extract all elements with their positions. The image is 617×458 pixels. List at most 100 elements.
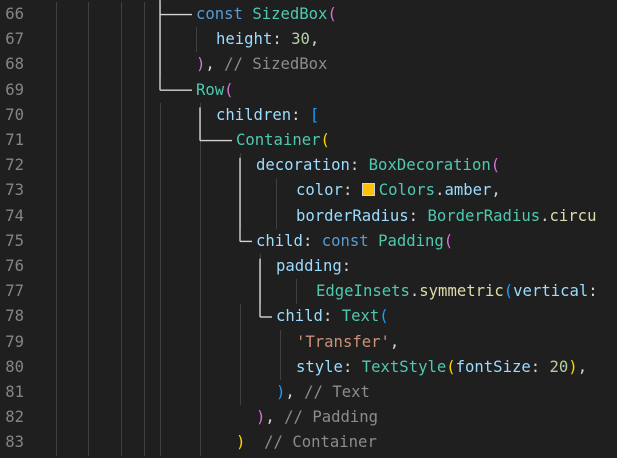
code-token: , [491,181,501,200]
code-token: // SizedBox [224,55,328,74]
code-token: ) [276,383,286,401]
code-token: const [196,5,243,23]
indent-guide [144,228,145,254]
code-token: 20 [549,357,569,376]
code-token: ) [256,408,266,427]
code-token: height [216,30,273,49]
code-line: 72 decoration: BoxDecoration( [0,153,617,179]
line-code: Row( [196,78,234,103]
code-token: style [296,357,343,376]
line-code: EdgeInsets.symmetric(vertical: [316,279,598,304]
indent-guide [200,178,201,204]
code-line: 69 Row( [0,77,617,103]
code-editor[interactable]: 66 const SizedBox(67 height: 30, 68), // Si… [0,0,617,458]
code-token: ) [568,357,578,376]
code-token: vertical [513,282,589,301]
indent-guide [276,178,277,204]
indent-guide [144,153,145,179]
indent-guide [88,304,89,330]
code-token: child [276,307,323,326]
indent-guide [121,279,122,305]
indent-guide [121,102,122,128]
color-swatch[interactable] [361,183,375,197]
code-token: : [349,156,369,175]
line-number: 83 [5,433,24,452]
indent-guide [160,405,161,431]
code-token: // Container [264,433,377,452]
code-token: ) [196,55,206,74]
indent-guide [200,354,201,380]
indent-guide [56,430,57,456]
indent-guide [56,178,57,204]
indent-guide [121,153,122,179]
code-token: , [285,383,305,401]
indent-guide [121,430,122,456]
code-line: 75 child: const Padding( [0,228,617,254]
indent-guide [160,304,161,330]
code-line: 82), // Padding [0,405,617,431]
line-code: children: [ [216,103,319,128]
indent-guide [121,405,122,431]
code-token: child [256,231,303,250]
indent-guide [144,354,145,380]
indent-guide [160,128,161,154]
indent-guide [240,178,241,204]
indent-guide [200,102,201,128]
indent-guide [56,52,57,78]
code-token: , [205,55,225,74]
indent-guide [200,430,201,456]
code-line: 73 color: Colors.amber, [0,178,617,204]
code-token: Padding [378,231,444,250]
code-token: SizedBox [252,5,328,23]
code-token: TextStyle [361,357,447,376]
indent-guide [160,102,161,128]
indent-guide [56,203,57,229]
code-token: // Padding [284,408,379,427]
line-code: Container( [236,128,330,153]
line-number: 68 [5,55,24,74]
line-number: 74 [5,206,24,225]
indent-guide [200,254,201,280]
code-token: , [309,30,320,49]
line-code: child: const Padding( [256,229,453,254]
indent-guide [56,405,57,431]
code-line: 71 Container( [0,128,617,154]
line-code: 'Transfer', [296,330,399,355]
code-token: : [302,231,322,250]
indent-guide [121,354,122,380]
indent-guide [280,354,281,380]
code-token: [ [309,105,320,124]
indent-guide [160,228,161,254]
code-line: 66 const SizedBox( [0,2,617,28]
code-line: 68), // SizedBox [0,52,617,78]
indent-guide [121,128,122,154]
indent-guide [160,430,161,456]
code-line: 79 'Transfer', [0,329,617,355]
indent-guide [88,77,89,103]
indent-guide [121,254,122,280]
indent-guide [121,52,122,78]
code-token: ( [224,80,234,99]
code-token: children [216,105,292,124]
code-line: 76 padding: [0,254,617,280]
code-token: ( [327,5,337,23]
indent-guide [121,27,122,53]
indent-guide [88,2,89,28]
line-number: 81 [5,383,24,401]
code-token: ( [490,156,501,175]
code-token: : [342,357,362,376]
code-line: 77 EdgeInsets.symmetric(vertical: [0,279,617,305]
indent-guide [144,102,145,128]
code-token: : [322,307,342,326]
indent-guide [276,203,277,229]
line-code: ), // Padding [256,405,378,430]
code-token: ( [503,282,514,301]
code-token: BoxDecoration [368,156,491,175]
code-line: 81), // Text [0,380,617,406]
indent-guide [144,27,145,53]
line-number: 69 [5,80,24,99]
indent-guide [121,2,122,28]
indent-guide [88,128,89,154]
indent-guide [144,430,145,456]
indent-guide [200,128,201,154]
